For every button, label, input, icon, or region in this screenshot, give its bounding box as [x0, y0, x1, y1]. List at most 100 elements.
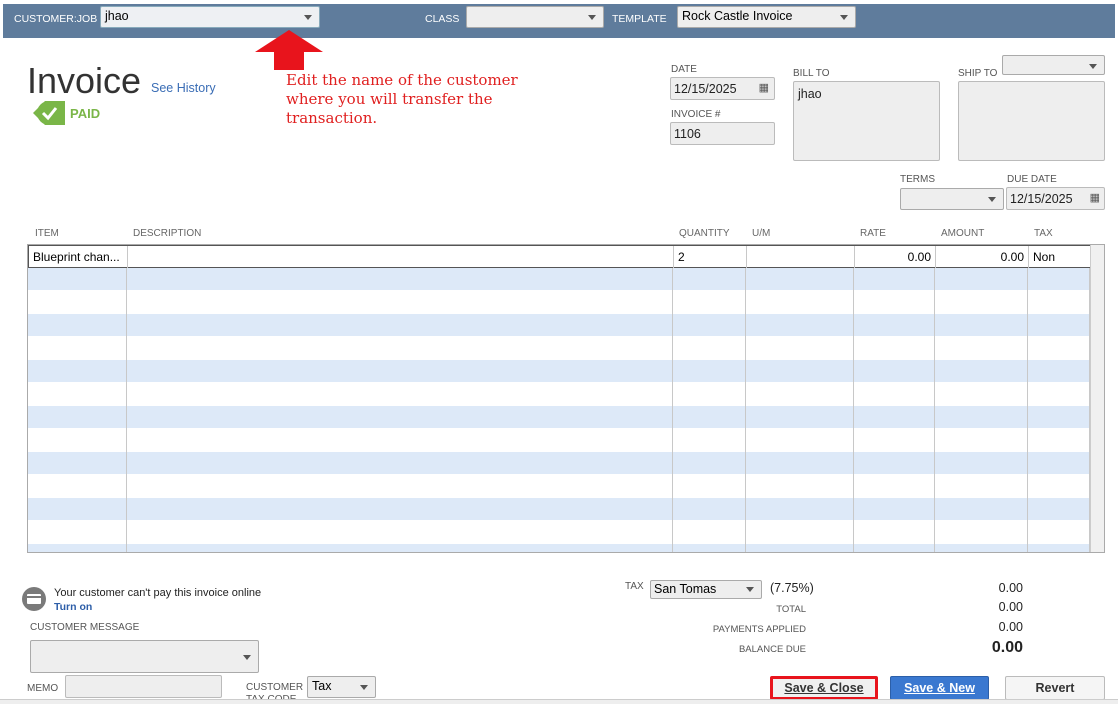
cell-amount[interactable]	[935, 498, 1028, 521]
cell-rate[interactable]	[854, 521, 935, 544]
cell-quantity[interactable]	[673, 429, 746, 452]
cell-um[interactable]	[746, 291, 854, 314]
cell-item[interactable]	[28, 268, 127, 291]
cell-rate[interactable]	[854, 544, 935, 552]
cell-description[interactable]	[127, 521, 673, 544]
cell-quantity[interactable]	[673, 406, 746, 429]
cell-um[interactable]	[746, 314, 854, 337]
cell-um[interactable]	[746, 429, 854, 452]
cell-item[interactable]	[28, 383, 127, 406]
cell-description[interactable]	[127, 429, 673, 452]
table-row[interactable]	[28, 521, 1104, 544]
cell-amount[interactable]	[935, 429, 1028, 452]
memo-field[interactable]	[65, 675, 222, 698]
cell-item[interactable]	[28, 337, 127, 360]
cell-tax[interactable]	[1028, 291, 1090, 314]
cell-um[interactable]	[746, 452, 854, 475]
table-row[interactable]	[28, 406, 1104, 429]
template-value[interactable]: Rock Castle Invoice	[682, 9, 792, 23]
table-row[interactable]	[28, 475, 1104, 498]
cell-amount[interactable]	[935, 337, 1028, 360]
cell-rate[interactable]	[854, 314, 935, 337]
ship-to-combo[interactable]	[1002, 55, 1105, 75]
cell-amount[interactable]	[935, 521, 1028, 544]
cell-item[interactable]	[28, 521, 127, 544]
bill-to-field[interactable]: jhao	[793, 81, 940, 161]
cell-tax[interactable]	[1028, 406, 1090, 429]
cell-rate[interactable]	[854, 406, 935, 429]
calendar-icon[interactable]: ▦	[1090, 191, 1100, 204]
vertical-scrollbar[interactable]	[1090, 245, 1104, 552]
cell-amount[interactable]	[935, 360, 1028, 383]
cell-quantity[interactable]	[673, 498, 746, 521]
cell-tax[interactable]	[1028, 544, 1090, 552]
cell-quantity[interactable]	[673, 337, 746, 360]
terms-combo[interactable]	[900, 188, 1004, 210]
cell-amount[interactable]	[935, 452, 1028, 475]
chevron-down-icon[interactable]	[988, 197, 996, 202]
cell-item[interactable]	[28, 452, 127, 475]
revert-button[interactable]: Revert	[1005, 676, 1105, 700]
cell-tax[interactable]: Non	[1029, 246, 1091, 269]
cell-amount[interactable]	[935, 406, 1028, 429]
template-combo[interactable]: Rock Castle Invoice	[677, 6, 856, 28]
table-row[interactable]	[28, 544, 1104, 552]
table-row[interactable]	[28, 360, 1104, 383]
cell-item[interactable]	[28, 360, 127, 383]
customer-job-value[interactable]: jhao	[105, 9, 129, 23]
cell-amount[interactable]	[935, 475, 1028, 498]
customer-job-combo[interactable]: jhao	[100, 6, 320, 28]
save-close-button[interactable]: Save & Close	[770, 676, 878, 700]
cell-tax[interactable]	[1028, 452, 1090, 475]
cell-description[interactable]	[127, 360, 673, 383]
cell-item[interactable]: Blueprint chan...	[29, 246, 128, 269]
cell-rate[interactable]: 0.00	[855, 246, 936, 269]
cell-rate[interactable]	[854, 291, 935, 314]
cell-rate[interactable]	[854, 360, 935, 383]
cell-description[interactable]	[127, 291, 673, 314]
cell-rate[interactable]	[854, 268, 935, 291]
cell-um[interactable]	[746, 475, 854, 498]
cell-amount[interactable]	[935, 268, 1028, 291]
table-row[interactable]	[28, 314, 1104, 337]
chevron-down-icon[interactable]	[360, 685, 368, 690]
table-row[interactable]	[28, 337, 1104, 360]
cell-amount[interactable]: 0.00	[936, 246, 1029, 269]
cell-quantity[interactable]	[673, 268, 746, 291]
tax-item-combo[interactable]: San Tomas	[650, 580, 762, 599]
invoice-number-field[interactable]: 1106	[670, 122, 775, 145]
cell-description[interactable]	[127, 383, 673, 406]
cell-item[interactable]	[28, 429, 127, 452]
customer-tax-code-combo[interactable]: Tax	[307, 676, 376, 698]
cell-um[interactable]	[746, 521, 854, 544]
turn-on-link[interactable]: Turn on	[54, 601, 92, 613]
cell-amount[interactable]	[935, 383, 1028, 406]
cell-tax[interactable]	[1028, 429, 1090, 452]
chevron-down-icon[interactable]	[1089, 64, 1097, 69]
save-new-button[interactable]: Save & New	[890, 676, 989, 700]
cell-um[interactable]	[747, 246, 855, 269]
cell-quantity[interactable]	[673, 475, 746, 498]
cell-um[interactable]	[746, 406, 854, 429]
cell-quantity[interactable]	[673, 314, 746, 337]
cell-tax[interactable]	[1028, 383, 1090, 406]
cell-item[interactable]	[28, 291, 127, 314]
cell-um[interactable]	[746, 337, 854, 360]
cell-tax[interactable]	[1028, 521, 1090, 544]
table-row[interactable]: Blueprint chan... 2 0.00 0.00 Non	[28, 245, 1104, 269]
column-header-item[interactable]: ITEM	[35, 228, 59, 239]
table-row[interactable]	[28, 268, 1104, 291]
column-header-um[interactable]: U/M	[752, 228, 770, 239]
cell-rate[interactable]	[854, 475, 935, 498]
cell-tax[interactable]	[1028, 498, 1090, 521]
cell-tax[interactable]	[1028, 360, 1090, 383]
column-header-quantity[interactable]: QUANTITY	[679, 228, 730, 239]
cell-rate[interactable]	[854, 337, 935, 360]
calendar-icon[interactable]: ▦	[759, 81, 769, 94]
column-header-rate[interactable]: RATE	[860, 228, 886, 239]
class-combo[interactable]	[466, 6, 604, 28]
cell-item[interactable]	[28, 475, 127, 498]
cell-description[interactable]	[127, 452, 673, 475]
cell-um[interactable]	[746, 360, 854, 383]
due-date-field[interactable]: 12/15/2025 ▦	[1006, 187, 1105, 210]
